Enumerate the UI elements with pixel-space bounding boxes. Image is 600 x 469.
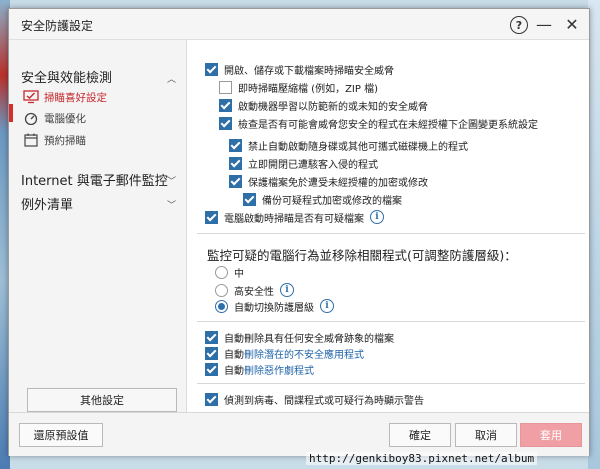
help-icon[interactable]: ? (510, 16, 528, 34)
watermark-url: http://genkiboy83.pixnet.net/album (306, 452, 538, 465)
close-icon[interactable]: ✕ (564, 15, 580, 34)
checkbox[interactable] (243, 192, 256, 206)
other-settings-button[interactable]: 其他設定 (27, 388, 177, 412)
info-icon[interactable]: i (320, 299, 334, 313)
checkbox[interactable] (205, 392, 218, 406)
behavior-monitor-heading: 監控可疑的電腦行為並移除相關程式(可調整防護層級)： (207, 248, 517, 263)
divider (197, 321, 585, 322)
chevron-up-icon[interactable]: ︿ (167, 72, 176, 85)
option-show-warning[interactable]: 偵測到病毒、間諜程式或可疑行為時顯示警告 (205, 392, 424, 407)
sidebar-item-label: 掃瞄喜好設定 (44, 91, 107, 104)
radio-high-security[interactable]: 高安全性 i (215, 283, 294, 298)
active-indicator (9, 104, 13, 122)
option-scan-startup[interactable]: 電腦啟動時掃瞄是否有可疑檔案 i (205, 210, 384, 225)
sidebar-section-internet-email[interactable]: Internet 與電子郵件監控 (21, 170, 168, 189)
monitor-check-icon (23, 90, 39, 104)
checkbox[interactable] (205, 330, 218, 344)
checkbox[interactable] (229, 174, 242, 188)
option-delete-unsafe-apps[interactable]: 自動 刪除潛在的不安全應用程式 (205, 346, 364, 361)
sidebar: 安全與效能檢測 ︿ 掃瞄喜好設定 電腦優化 預約掃瞄 Internet 與電子郵… (9, 40, 187, 412)
option-unauthorized-changes[interactable]: 檢查是否有可能會威脅您安全的程式在未經授權下企圖變更系統設定 (219, 116, 538, 131)
sidebar-item-pc-optimize[interactable]: 電腦優化 (23, 110, 86, 126)
sidebar-item-scheduled-scan[interactable]: 預約掃瞄 (23, 132, 86, 148)
checkbox[interactable] (219, 80, 232, 94)
chevron-down-icon[interactable]: ﹀ (167, 198, 176, 211)
checkbox[interactable] (229, 156, 242, 170)
option-block-autorun[interactable]: 禁止自動啟動隨身碟或其他可攜式磁碟機上的程式 (229, 138, 468, 153)
sidebar-item-scan-preferences[interactable]: 掃瞄喜好設定 (23, 89, 107, 105)
option-backup-files[interactable]: 備份可疑程式加密或修改的檔案 (243, 192, 402, 207)
checkbox[interactable] (205, 62, 218, 76)
chevron-down-icon[interactable]: ﹀ (167, 174, 176, 187)
option-scan-zip[interactable]: 即時掃瞄壓縮檔 (例如，ZIP 檔) (219, 80, 378, 95)
restore-defaults-button[interactable]: 還原預設值 (19, 423, 103, 447)
option-machine-learning[interactable]: 啟動機器學習以防範新的或未知的安全威脅 (219, 98, 428, 113)
checkbox[interactable] (205, 362, 218, 376)
option-delete-jokes[interactable]: 自動 刪除惡作劇程式 (205, 362, 314, 377)
checkbox[interactable] (229, 138, 242, 152)
apply-button[interactable]: 套用 (520, 423, 582, 447)
checkbox[interactable] (219, 98, 232, 112)
info-icon[interactable]: i (370, 210, 384, 224)
gauge-icon (23, 111, 39, 126)
radio-auto-switch[interactable]: 自動切換防護層級 i (215, 299, 334, 314)
unsafe-apps-link[interactable]: 刪除潛在的不安全應用程式 (244, 346, 364, 361)
checkbox[interactable] (205, 346, 218, 360)
divider (197, 233, 585, 234)
option-close-hacked[interactable]: 立即開閉已遭駭客入侵的程式 (229, 156, 378, 171)
divider (197, 383, 585, 384)
joke-programs-link[interactable]: 刪除惡作劇程式 (244, 362, 314, 377)
info-icon[interactable]: i (280, 283, 294, 297)
window-title: 安全防護設定 (21, 19, 94, 33)
minimize-icon[interactable]: — (536, 15, 552, 34)
radio-button[interactable] (215, 265, 228, 279)
radio-button[interactable] (215, 299, 228, 313)
sidebar-section-security-performance[interactable]: 安全與效能檢測 (21, 67, 112, 86)
option-protect-files[interactable]: 保護檔案免於遭受未經授權的加密或修改 (229, 174, 428, 189)
sidebar-item-label: 電腦優化 (44, 112, 86, 125)
ok-button[interactable]: 確定 (389, 423, 451, 447)
checkbox[interactable] (219, 116, 232, 130)
option-delete-threats[interactable]: 自動刪除具有任何安全威脅跡象的檔案 (205, 330, 394, 345)
checkbox[interactable] (205, 210, 218, 224)
radio-button[interactable] (215, 283, 228, 297)
settings-content: 開啟、儲存或下載檔案時掃瞄安全威脅 即時掃瞄壓縮檔 (例如，ZIP 檔) 啟動機… (187, 40, 589, 412)
calendar-icon (23, 133, 39, 147)
sidebar-item-label: 預約掃瞄 (44, 134, 86, 147)
sidebar-section-exceptions[interactable]: 例外清單 (21, 194, 73, 213)
title-bar: 安全防護設定 ? — ✕ (9, 9, 589, 40)
cancel-button[interactable]: 取消 (455, 423, 517, 447)
settings-window: 安全防護設定 ? — ✕ 安全與效能檢測 ︿ 掃瞄喜好設定 電腦優化 預約掃瞄 … (8, 8, 590, 456)
footer-bar: 還原預設值 確定 取消 套用 (9, 412, 589, 456)
option-scan-on-open[interactable]: 開啟、儲存或下載檔案時掃瞄安全威脅 (205, 62, 394, 77)
radio-medium[interactable]: 中 (215, 265, 244, 280)
